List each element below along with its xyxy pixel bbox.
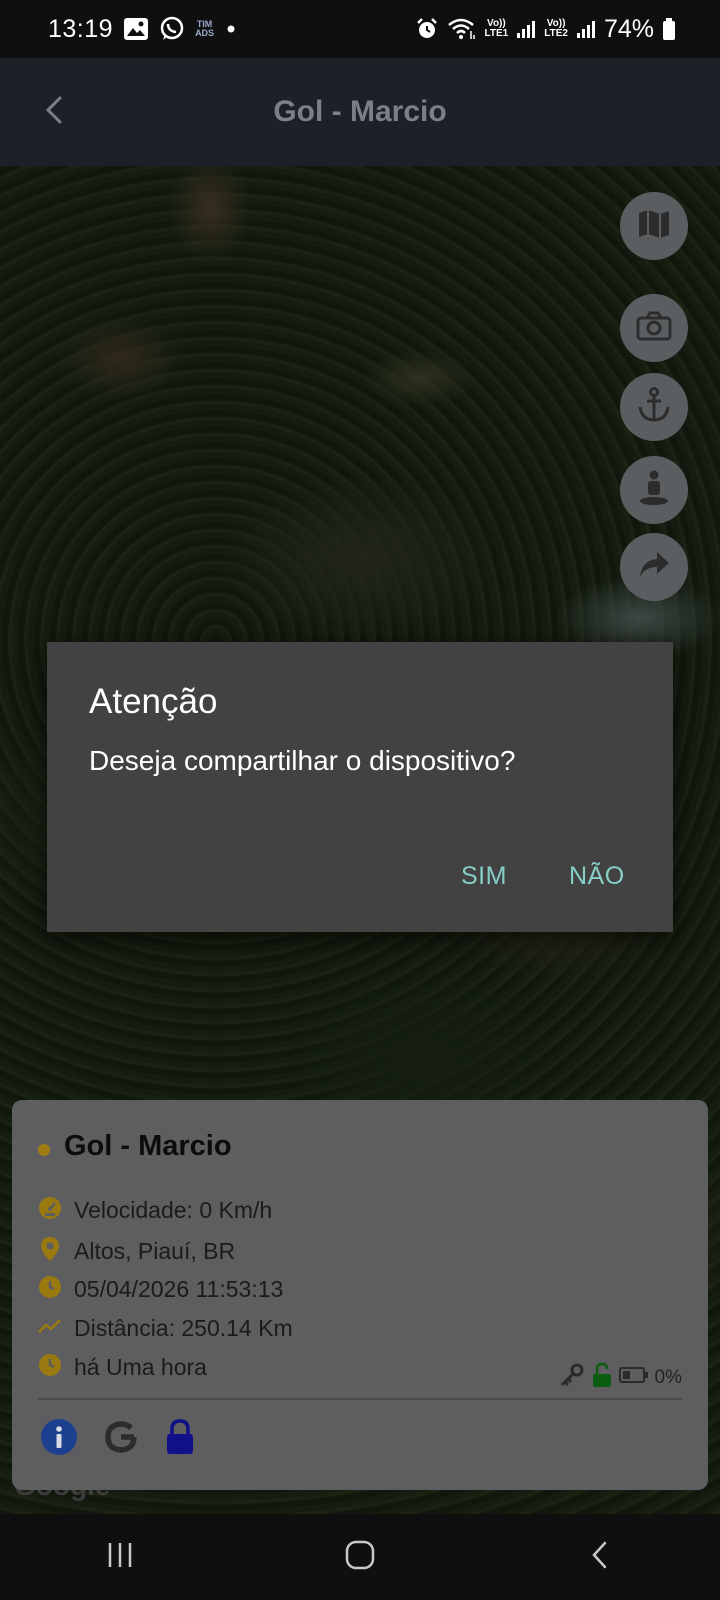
share-arrow-icon: [637, 550, 671, 585]
sim2-label: Vo)) LTE2: [544, 18, 568, 39]
share-button[interactable]: [620, 533, 688, 601]
lock-icon[interactable]: [164, 1418, 196, 1461]
speedometer-icon: [38, 1196, 62, 1225]
dialog-title: Atenção: [89, 682, 218, 721]
recent-apps-button[interactable]: [80, 1527, 160, 1587]
battery-icon: [618, 1366, 649, 1389]
page-title: Gol - Marcio: [273, 95, 447, 128]
app-bar: Gol - Marcio: [0, 58, 720, 166]
back-nav-button[interactable]: [560, 1527, 640, 1587]
image-icon: [123, 17, 149, 41]
clock-icon: [38, 1353, 62, 1382]
status-dot: [38, 1144, 50, 1156]
datetime-row: 05/04/2026 11:53:13: [38, 1275, 283, 1304]
datetime-text: 05/04/2026 11:53:13: [74, 1276, 284, 1302]
last-seen-row: há Uma hora: [38, 1353, 207, 1382]
status-bar: 13:19 TIM ADS Vo)) LTE1 Vo)) LTE2 74%: [0, 0, 720, 58]
anchor-icon: [637, 386, 671, 428]
location-pin-icon: [38, 1236, 62, 1267]
unlock-icon: [591, 1362, 613, 1393]
home-icon: [344, 1539, 376, 1576]
card-divider: [38, 1398, 682, 1400]
device-status: 0%: [559, 1362, 682, 1393]
speed-text: Velocidade: 0 Km/h: [74, 1197, 273, 1223]
chevron-left-icon: [43, 95, 65, 130]
wifi-icon: [447, 17, 477, 41]
vehicle-name: Gol - Marcio: [64, 1130, 232, 1162]
speed-row: Velocidade: 0 Km/h: [38, 1196, 272, 1225]
location-row: Altos, Piauí, BR: [38, 1236, 235, 1267]
cancel-button[interactable]: NÃO: [569, 862, 625, 891]
vehicle-info-card[interactable]: Gol - Marcio Velocidade: 0 Km/h Altos, P…: [12, 1100, 708, 1490]
anchor-button[interactable]: [620, 373, 688, 441]
camera-button[interactable]: [620, 294, 688, 362]
confirm-dialog: Atenção Deseja compartilhar o dispositiv…: [47, 642, 673, 932]
clock-icon: [38, 1275, 62, 1304]
battery-percent-text: 0%: [654, 1366, 682, 1388]
sim1-label: Vo)) LTE1: [484, 18, 509, 39]
signal-icon: [516, 19, 536, 39]
recent-apps-icon: [105, 1541, 135, 1574]
location-text: Altos, Piauí, BR: [74, 1238, 236, 1264]
camera-icon: [636, 311, 672, 346]
info-icon[interactable]: [40, 1418, 78, 1461]
distance-row: Distância: 250.14 Km: [38, 1314, 293, 1343]
map-icon: [637, 207, 671, 246]
carrier-badge: TIM ADS: [195, 19, 215, 38]
signal-icon: [576, 19, 596, 39]
home-button[interactable]: [320, 1527, 400, 1587]
card-actions: [40, 1418, 196, 1461]
back-icon: [589, 1539, 611, 1576]
dot-icon: [224, 22, 238, 36]
back-button[interactable]: [30, 88, 78, 136]
system-nav-bar: [0, 1514, 720, 1600]
dialog-message: Deseja compartilhar o dispositivo?: [89, 745, 516, 776]
google-icon[interactable]: [102, 1418, 140, 1461]
key-icon: [559, 1362, 585, 1393]
map-layers-button[interactable]: [620, 192, 688, 260]
battery-icon: [662, 17, 676, 41]
distance-text: Distância: 250.14 Km: [74, 1315, 293, 1341]
status-time: 13:19: [48, 14, 114, 43]
trend-line-icon: [38, 1314, 62, 1343]
battery-percent: 74%: [603, 14, 654, 43]
last-seen-text: há Uma hora: [74, 1354, 207, 1380]
person-pin-icon: [637, 470, 671, 511]
confirm-button[interactable]: SIM: [461, 862, 507, 891]
whatsapp-icon: [159, 16, 185, 42]
street-view-button[interactable]: [620, 456, 688, 524]
alarm-icon: [415, 17, 439, 41]
